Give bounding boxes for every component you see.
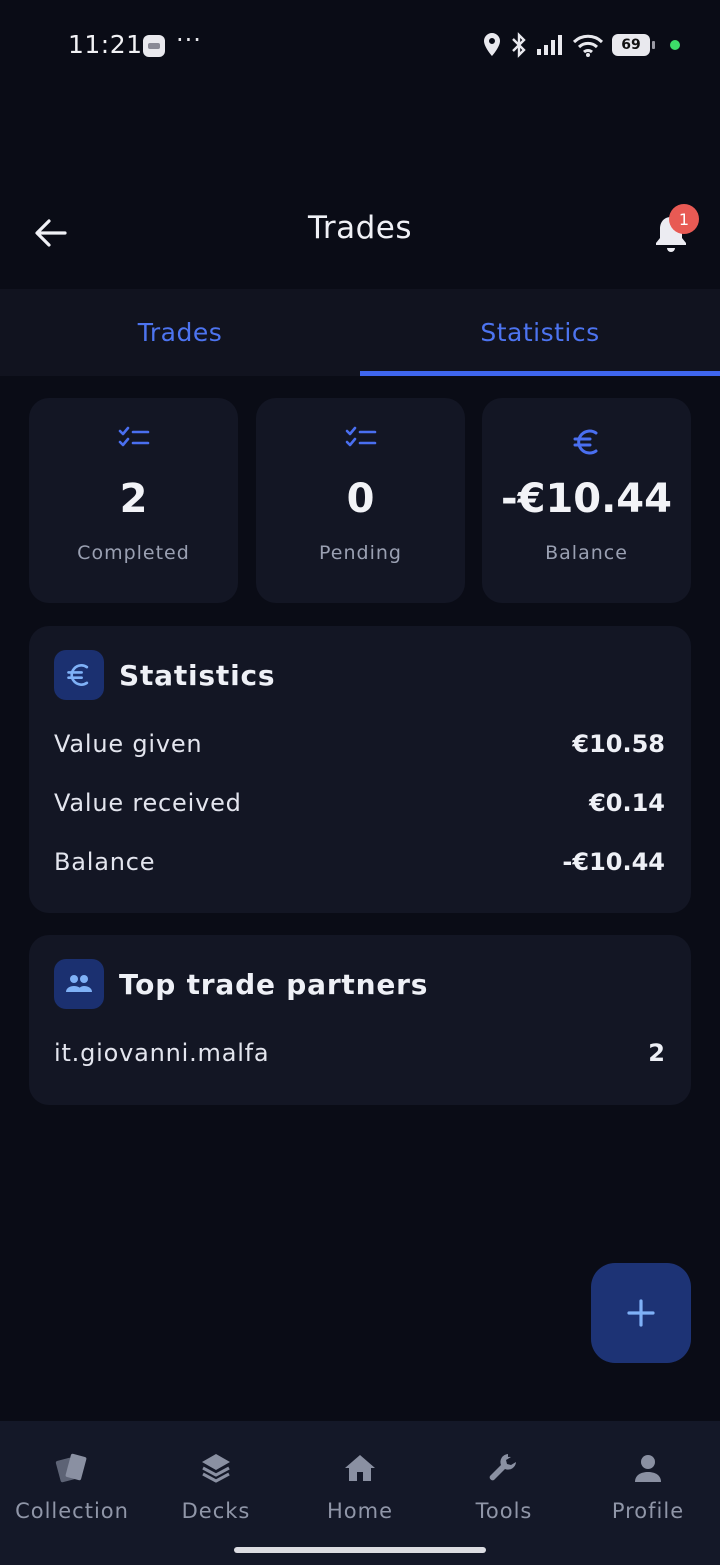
panel-title: Statistics (119, 658, 276, 692)
nav-label: Collection (15, 1499, 129, 1523)
stat-value: 0 (346, 476, 375, 522)
partner-trade-count: 2 (648, 1039, 665, 1067)
home-indicator[interactable] (234, 1547, 486, 1553)
page-title: Trades (307, 210, 413, 246)
checklist-icon (345, 426, 376, 447)
people-icon (66, 975, 92, 992)
home-icon (345, 1455, 375, 1481)
stat-label: Completed (77, 542, 190, 564)
stat-label: Balance (545, 542, 628, 564)
bottom-navigation: Collection Decks Home Tools Profile (0, 1421, 720, 1565)
partner-row[interactable]: it.giovanni.malfa 2 (54, 1039, 665, 1067)
stat-card-completed: 2 Completed (29, 398, 238, 603)
row-label: Value received (54, 789, 242, 817)
status-bar: 11:21 ··· 69 (0, 0, 720, 94)
tab-statistics[interactable]: Statistics (360, 289, 720, 376)
stat-label: Pending (319, 542, 402, 564)
plus-icon (627, 1299, 655, 1327)
row-value: -€10.44 (562, 848, 665, 876)
person-icon (635, 1455, 661, 1482)
nav-collection[interactable]: Collection (0, 1421, 144, 1531)
row-label: Balance (54, 848, 156, 876)
nav-label: Decks (181, 1499, 251, 1523)
panel-title: Top trade partners (119, 967, 429, 1001)
app-notification-icon (143, 35, 165, 57)
battery-icon: 69 (612, 34, 655, 56)
status-icons: 69 (482, 32, 680, 58)
row-value: €0.14 (589, 789, 665, 817)
add-trade-button[interactable] (591, 1263, 691, 1363)
status-time: 11:21 (68, 30, 143, 59)
app-header: Trades (0, 178, 720, 286)
row-value: €10.58 (572, 730, 665, 758)
trades-statistics-screen: 11:21 ··· 69 Trades 1 Trades Statistics … (0, 0, 720, 1565)
nav-label: Profile (611, 1499, 685, 1523)
stat-value: -€10.44 (501, 476, 672, 522)
nav-tools[interactable]: Tools (432, 1421, 576, 1531)
partner-name: it.giovanni.malfa (54, 1039, 270, 1067)
nav-decks[interactable]: Decks (144, 1421, 288, 1531)
stat-row: Balance -€10.44 (54, 848, 665, 876)
nav-home[interactable]: Home (288, 1421, 432, 1531)
location-icon (484, 33, 500, 56)
stat-value: 2 (119, 476, 148, 522)
statistics-panel: Statistics Value given €10.58 Value rece… (29, 626, 691, 913)
more-notifications-icon: ··· (176, 26, 202, 54)
tab-bar: Trades Statistics (0, 289, 720, 376)
euro-icon (573, 429, 597, 455)
bluetooth-icon (512, 32, 526, 58)
stat-row: Value received €0.14 (54, 789, 665, 817)
euro-icon (67, 664, 89, 686)
nav-label: Home (326, 1499, 393, 1523)
top-trade-partners-panel: Top trade partners it.giovanni.malfa 2 (29, 935, 691, 1105)
stat-card-balance: -€10.44 Balance (482, 398, 691, 603)
checklist-icon (118, 426, 149, 447)
wifi-icon (572, 34, 604, 57)
nav-label: Tools (475, 1499, 533, 1523)
cards-icon (55, 1453, 87, 1483)
panel-icon-badge (54, 959, 104, 1009)
panel-icon-badge (54, 650, 104, 700)
wrench-icon (489, 1454, 516, 1481)
nav-profile[interactable]: Profile (576, 1421, 720, 1531)
notification-badge: 1 (669, 204, 699, 234)
privacy-indicator-dot (670, 40, 680, 50)
row-label: Value given (54, 730, 203, 758)
tab-trades[interactable]: Trades (0, 289, 360, 376)
layers-icon (202, 1454, 230, 1483)
signal-icon (537, 35, 562, 55)
stat-row: Value given €10.58 (54, 730, 665, 758)
stat-card-pending: 0 Pending (256, 398, 465, 603)
